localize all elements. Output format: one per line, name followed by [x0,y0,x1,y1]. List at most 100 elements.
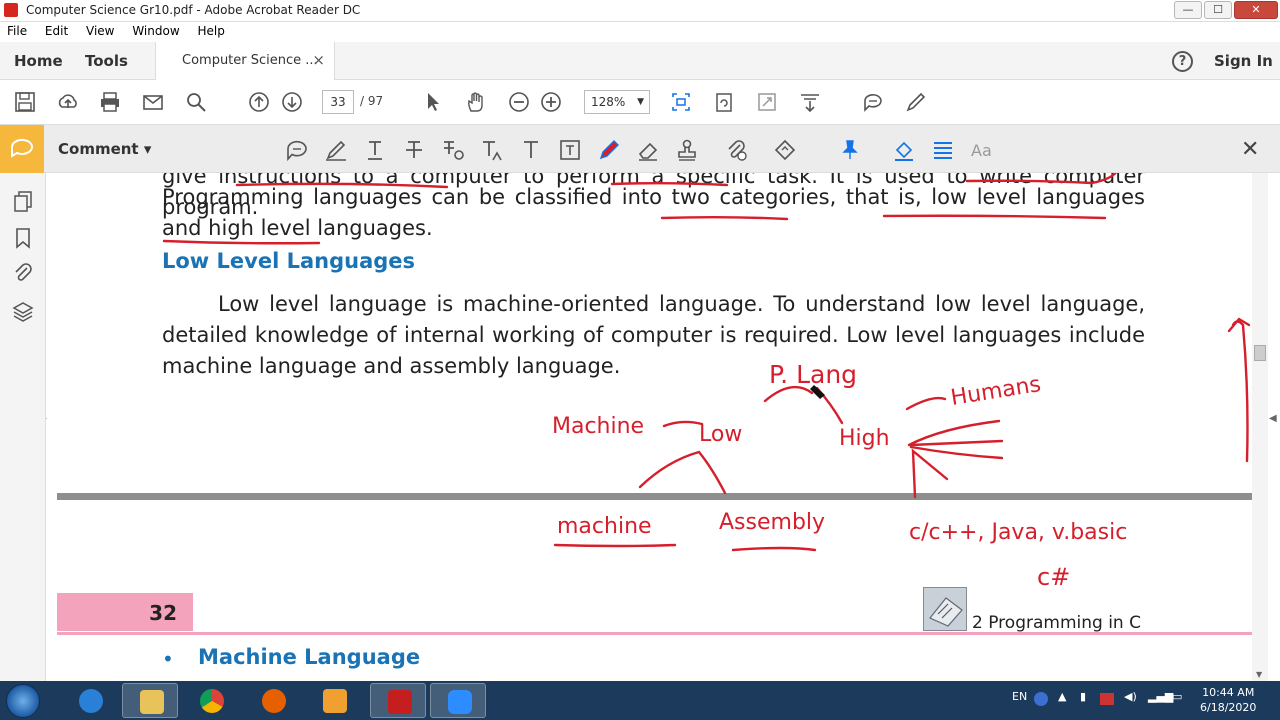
firefox-icon [262,689,286,713]
highlight-pen-icon[interactable] [905,91,927,113]
close-window-button[interactable]: ✕ [1234,1,1278,19]
taskbar-acrobat[interactable] [370,683,426,718]
minimize-button[interactable]: — [1174,1,1202,19]
draw-pencil-icon[interactable] [597,138,621,162]
ink-label-machine-bottom: machine [557,514,652,539]
power-icon[interactable]: ▭ [1172,690,1182,703]
menu-view[interactable]: View [79,22,121,40]
main-toolbar: 33 / 97 128% ▼ [0,80,1280,125]
zoom-select[interactable]: 128% ▼ [584,90,650,114]
email-icon[interactable] [142,91,164,113]
taskbar-media-player[interactable] [306,683,362,718]
line-width-icon[interactable] [931,138,955,162]
taskbar-zoom[interactable] [430,683,486,718]
strikethrough-icon[interactable] [402,138,426,162]
menu-file[interactable]: File [0,22,34,40]
shapes-icon[interactable] [773,138,797,162]
tab-document[interactable]: Computer Science ... × [155,42,335,80]
maximize-button[interactable]: ☐ [1204,1,1232,19]
cloud-upload-icon[interactable] [57,91,79,113]
sign-in-link[interactable]: Sign In [1214,52,1273,70]
folder-icon [140,690,164,714]
highlight-text-icon[interactable] [324,138,348,162]
bookmark-icon[interactable] [12,227,34,249]
comment-bubble-icon[interactable] [862,91,884,113]
close-comment-toolbar-button[interactable]: ✕ [1241,137,1259,162]
menu-edit[interactable]: Edit [38,22,75,40]
scrollbar-thumb[interactable] [1254,345,1266,361]
volume-icon[interactable]: ◀) [1124,690,1137,703]
eraser-icon[interactable] [636,138,660,162]
search-icon[interactable] [185,91,207,113]
hand-tool-icon[interactable] [465,91,487,113]
text-box-icon[interactable] [558,138,582,162]
language-indicator[interactable]: EN [1012,690,1027,703]
zoom-in-icon[interactable] [540,91,562,113]
signal-icon[interactable]: ▂▄▆ [1148,690,1173,703]
document-tab-label: Computer Science ... [182,53,318,68]
comment-tool-icon[interactable] [0,125,44,173]
start-button[interactable] [6,684,40,718]
taskbar-firefox[interactable] [245,683,301,718]
replace-text-icon[interactable] [441,138,465,162]
internet-explorer-icon [79,689,103,713]
taskbar-internet-explorer[interactable] [62,683,118,718]
full-screen-icon[interactable] [756,91,778,113]
expand-right-panel-icon[interactable]: ◀ [1269,413,1277,424]
menu-help[interactable]: Help [190,22,231,40]
insert-text-icon[interactable] [480,138,504,162]
network-tray-icon[interactable]: ▮ [1080,690,1086,703]
tab-tools[interactable]: Tools [85,52,128,70]
select-cursor-icon[interactable] [422,91,444,113]
help-icon[interactable]: ? [1172,51,1193,72]
close-tab-icon[interactable]: × [312,51,325,69]
menu-window[interactable]: Window [125,22,186,40]
layers-icon[interactable] [12,301,34,323]
security-tray-icon[interactable] [1100,693,1114,705]
ink-label-machine-top: Machine [552,414,644,439]
attachments-icon[interactable] [12,262,34,284]
system-clock[interactable]: 10:44 AM 6/18/2020 [1200,685,1256,715]
scroll-mode-icon[interactable] [799,91,821,113]
ink-label-csharp: c# [1037,563,1070,591]
navigation-sidebar [0,173,46,681]
fit-page-icon[interactable] [670,91,692,113]
comment-toolbar: Comment ▾ Aa ✕ [0,125,1280,173]
taskbar-chrome[interactable] [183,683,239,718]
window-title-bar: Computer Science Gr10.pdf - Adobe Acroba… [0,0,1280,22]
show-hidden-icons-icon[interactable]: ▲ [1058,690,1066,703]
ink-label-p-lang: P. Lang [769,360,857,389]
tab-home[interactable]: Home [14,52,63,70]
window-title: Computer Science Gr10.pdf - Adobe Acroba… [26,3,361,17]
document-viewport[interactable]: give instructions to a computer to perfo… [47,173,1252,681]
save-icon[interactable] [14,91,36,113]
help-tray-icon[interactable] [1034,692,1048,706]
previous-page-icon[interactable] [248,91,270,113]
print-icon[interactable] [99,91,121,113]
underline-text-icon[interactable] [363,138,387,162]
ink-label-high: High [839,426,890,451]
add-text-icon[interactable] [519,138,543,162]
svg-text:Aa: Aa [971,141,992,160]
vertical-scrollbar[interactable]: ▼ [1252,173,1268,681]
pin-icon[interactable] [838,138,862,162]
font-size-icon[interactable]: Aa [970,138,994,162]
stamp-icon[interactable] [675,138,699,162]
zoom-value: 128% [591,95,626,109]
sticky-note-icon[interactable] [285,138,309,162]
taskbar-file-explorer[interactable] [122,683,178,718]
chevron-down-icon: ▼ [637,97,644,107]
comment-menu[interactable]: Comment ▾ [58,140,151,158]
clock-date: 6/18/2020 [1200,701,1257,714]
next-page-icon[interactable] [281,91,303,113]
zoom-out-icon[interactable] [508,91,530,113]
scroll-down-icon[interactable]: ▼ [1256,670,1262,679]
page-thumbnails-icon[interactable] [12,190,34,212]
ink-label-low: Low [699,422,742,447]
attach-file-icon[interactable] [724,138,748,162]
chrome-icon [200,689,224,713]
windows-taskbar: EN ▲ ▮ ◀) ▂▄▆ ▭ 10:44 AM 6/18/2020 [0,681,1280,720]
rotate-icon[interactable] [713,91,735,113]
page-number-input[interactable]: 33 [322,90,354,114]
fill-color-icon[interactable] [892,138,916,162]
